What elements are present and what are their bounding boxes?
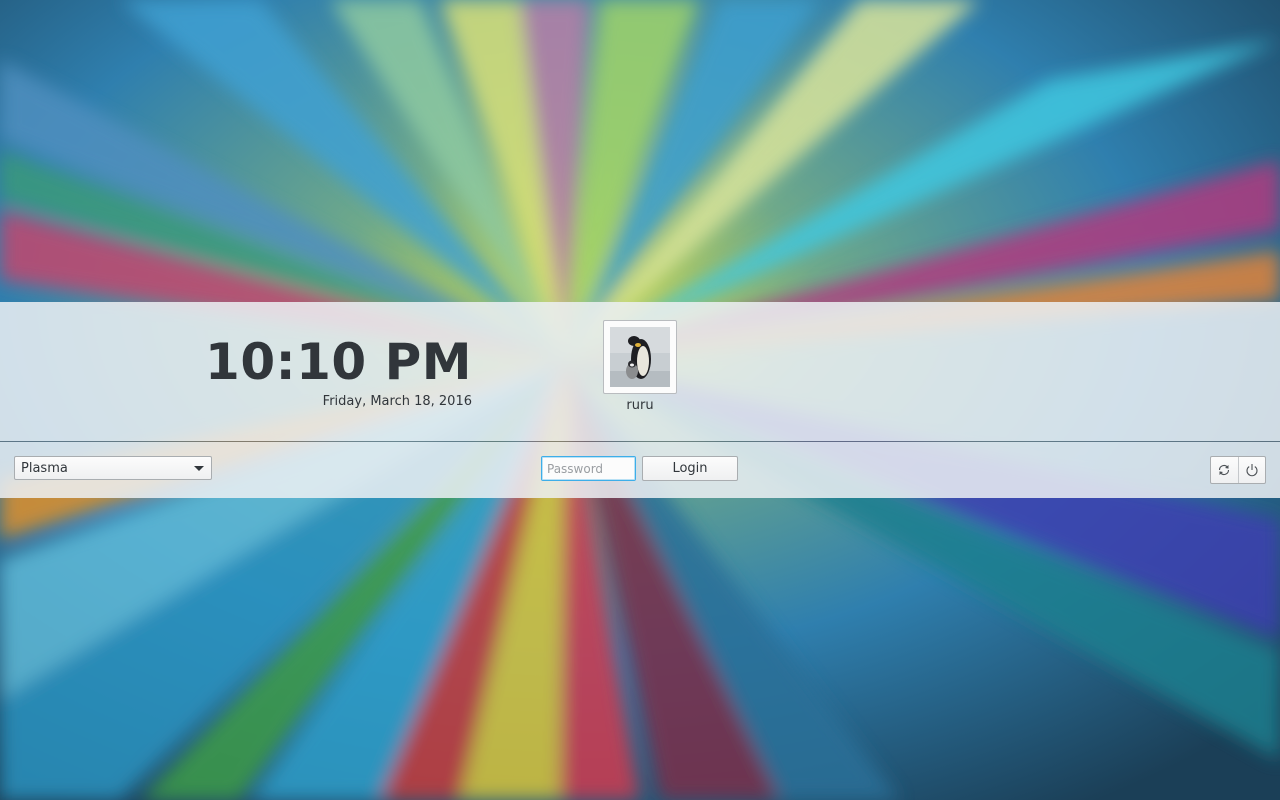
power-actions-group <box>1210 456 1266 484</box>
penguin-avatar-icon <box>610 327 670 387</box>
shutdown-button[interactable] <box>1239 457 1266 483</box>
user-avatar-button[interactable] <box>603 320 677 394</box>
password-input[interactable] <box>541 456 636 481</box>
shutdown-icon <box>1246 464 1258 477</box>
login-button[interactable]: Login <box>642 456 738 481</box>
chevron-down-icon <box>194 466 204 471</box>
reboot-button[interactable] <box>1211 457 1239 483</box>
clock-time: 10:10 PM <box>205 333 472 391</box>
session-select[interactable]: Plasma <box>14 456 212 480</box>
session-selected-value: Plasma <box>21 461 68 476</box>
clock-date: Friday, March 18, 2016 <box>322 394 472 409</box>
user-name-label[interactable]: ruru <box>600 397 680 414</box>
reboot-icon <box>1218 465 1230 475</box>
